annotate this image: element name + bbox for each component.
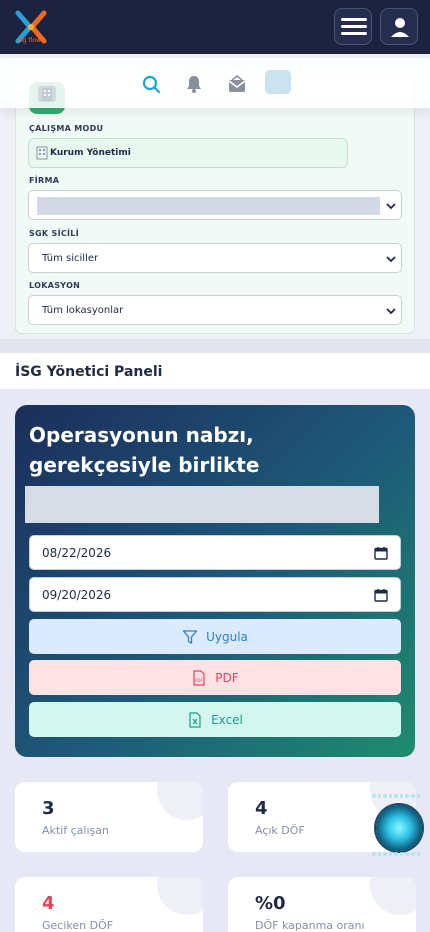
start-date-value: 08/22/2026 [42, 546, 112, 560]
mode-label: ÇALIŞMA MODU [29, 124, 104, 133]
stat-card-dof-closure-rate[interactable]: %0 DÖF kapanma oranı [228, 877, 416, 932]
apply-label: Uygula [206, 629, 248, 644]
sgk-label: SGK SİCİLİ [29, 229, 79, 238]
stat-label: DÖF kapanma oranı [255, 919, 365, 932]
pdf-icon: PDF [193, 669, 205, 686]
stat-card-active-employees[interactable]: 3 Aktif çalışan [15, 782, 203, 852]
stat-value: %0 [255, 893, 286, 914]
search-icon[interactable] [141, 74, 161, 94]
firm-label: FİRMA [29, 176, 60, 185]
hero-subtitle-placeholder [25, 486, 379, 523]
stat-label: Aktif çalışan [42, 824, 109, 837]
firm-select[interactable] [28, 190, 402, 220]
mode-selector[interactable]: Kurum Yönetimi [28, 138, 348, 168]
bell-icon[interactable] [184, 74, 204, 94]
calendar-icon[interactable] [374, 588, 388, 602]
envelope-icon[interactable] [227, 74, 247, 94]
location-value: Tüm lokasyonlar [42, 305, 124, 316]
firm-value-placeholder [37, 197, 380, 215]
menu-icon [341, 18, 367, 21]
end-date-value: 09/20/2026 [42, 588, 112, 602]
stat-value: 3 [42, 798, 55, 819]
profile-avatar[interactable] [265, 70, 291, 94]
pdf-label: PDF [215, 670, 239, 685]
location-label: LOKASYON [29, 281, 81, 290]
building-icon [38, 86, 56, 102]
top-bar: isg flow [0, 0, 430, 54]
excel-icon [189, 711, 201, 728]
quick-actions-bar [0, 58, 430, 108]
sgk-value: Tüm siciller [42, 253, 99, 264]
assistant-decoration [372, 794, 421, 800]
hero-title: Operasyonun nabzı, gerekçesiyle birlikte [29, 423, 260, 477]
stat-value: 4 [255, 798, 268, 819]
excel-button[interactable]: Excel [29, 702, 401, 737]
menu-button[interactable] [334, 8, 372, 45]
stat-label: Geciken DÖF [42, 919, 114, 932]
sgk-select[interactable]: Tüm siciller [28, 243, 402, 273]
chevron-down-icon [386, 308, 396, 315]
excel-label: Excel [211, 712, 243, 727]
stat-label: Açık DÖF [255, 824, 305, 837]
separator [0, 339, 430, 353]
stat-value: 4 [42, 893, 55, 914]
start-date-input[interactable]: 08/22/2026 [29, 535, 401, 570]
building-icon [36, 146, 48, 160]
location-select[interactable]: Tüm lokasyonlar [28, 295, 402, 325]
end-date-input[interactable]: 09/20/2026 [29, 577, 401, 612]
stat-card-overdue-dof[interactable]: 4 Geciken DÖF [15, 877, 203, 932]
mode-value: Kurum Yönetimi [50, 148, 131, 158]
pdf-button[interactable]: PDF PDF [29, 660, 401, 695]
apply-button[interactable]: Uygula [29, 619, 401, 654]
assistant-orb-icon[interactable] [376, 805, 422, 851]
svg-text:PDF: PDF [195, 678, 203, 683]
user-icon [391, 18, 409, 37]
calendar-icon[interactable] [374, 546, 388, 560]
chevron-down-icon [386, 203, 396, 210]
section-header: İSG Yönetici Paneli [0, 353, 430, 389]
filter-icon [182, 629, 198, 644]
assistant-decoration [372, 852, 421, 858]
section-title: İSG Yönetici Paneli [15, 364, 163, 380]
user-button[interactable] [380, 8, 418, 45]
chevron-down-icon [386, 256, 396, 263]
logo-text: isg flow [18, 37, 41, 44]
